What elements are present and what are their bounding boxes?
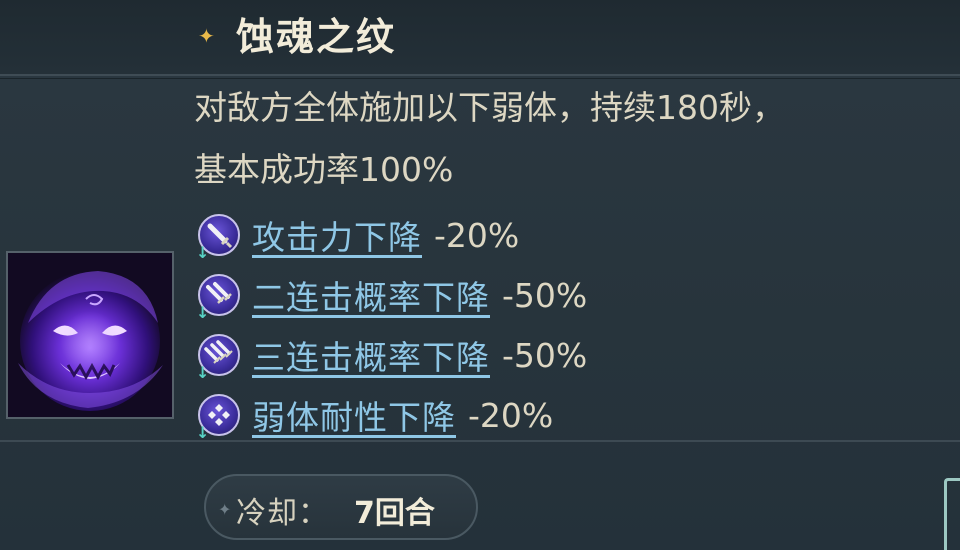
skill-title: 蚀魂之纹 bbox=[236, 15, 397, 59]
cooldown-value: 7回合 bbox=[354, 496, 435, 531]
debuff-value: -50% bbox=[502, 335, 588, 375]
arrow-down-icon: ↓ bbox=[196, 363, 210, 382]
debuff-value: -20% bbox=[434, 215, 520, 255]
cooldown-label: 冷却： bbox=[236, 496, 329, 531]
skill-description-line-1: 对敌方全体施加以下弱体，持续180秒， bbox=[194, 88, 785, 127]
skill-tooltip-panel: ✦ 蚀魂之纹 对敌方全体施加以下弱体，持续180秒， 基本成功率100% ↓ 攻… bbox=[0, 0, 960, 550]
double-sword-icon: ↓ bbox=[196, 274, 240, 322]
diamond-resist-icon: ↓ bbox=[196, 394, 240, 442]
arrow-down-icon: ↓ bbox=[196, 243, 210, 262]
debuff-name-link[interactable]: 三连击概率下降 bbox=[252, 331, 490, 379]
cooldown-pill: ✦ 冷却： 7回合 bbox=[204, 474, 478, 540]
star-icon: ✦ bbox=[198, 24, 215, 48]
debuff-name-link[interactable]: 二连击概率下降 bbox=[252, 271, 490, 319]
triple-sword-icon: ↓ bbox=[196, 334, 240, 382]
debuff-row-attack-down: ↓ 攻击力下降 -20% bbox=[196, 210, 520, 262]
skill-header bbox=[0, 0, 960, 79]
debuff-row-triple-hit-down: ↓ 三连击概率下降 -50% bbox=[196, 330, 588, 382]
debuff-value: -20% bbox=[468, 395, 554, 435]
diamond-bullet-icon: ✦ bbox=[218, 500, 232, 519]
skill-description-line-2: 基本成功率100% bbox=[194, 150, 454, 189]
frame-corner-ornament bbox=[944, 478, 960, 550]
purple-soul-orb-icon bbox=[8, 253, 172, 417]
debuff-name-link[interactable]: 攻击力下降 bbox=[252, 211, 422, 259]
section-divider bbox=[0, 440, 960, 442]
skill-icon bbox=[6, 251, 174, 419]
debuff-value: -50% bbox=[502, 275, 588, 315]
debuff-row-double-hit-down: ↓ 二连击概率下降 -50% bbox=[196, 270, 588, 322]
arrow-down-icon: ↓ bbox=[196, 303, 210, 322]
sword-icon: ↓ bbox=[196, 214, 240, 262]
debuff-name-link[interactable]: 弱体耐性下降 bbox=[252, 391, 456, 439]
debuff-row-resist-down: ↓ 弱体耐性下降 -20% bbox=[196, 390, 554, 442]
